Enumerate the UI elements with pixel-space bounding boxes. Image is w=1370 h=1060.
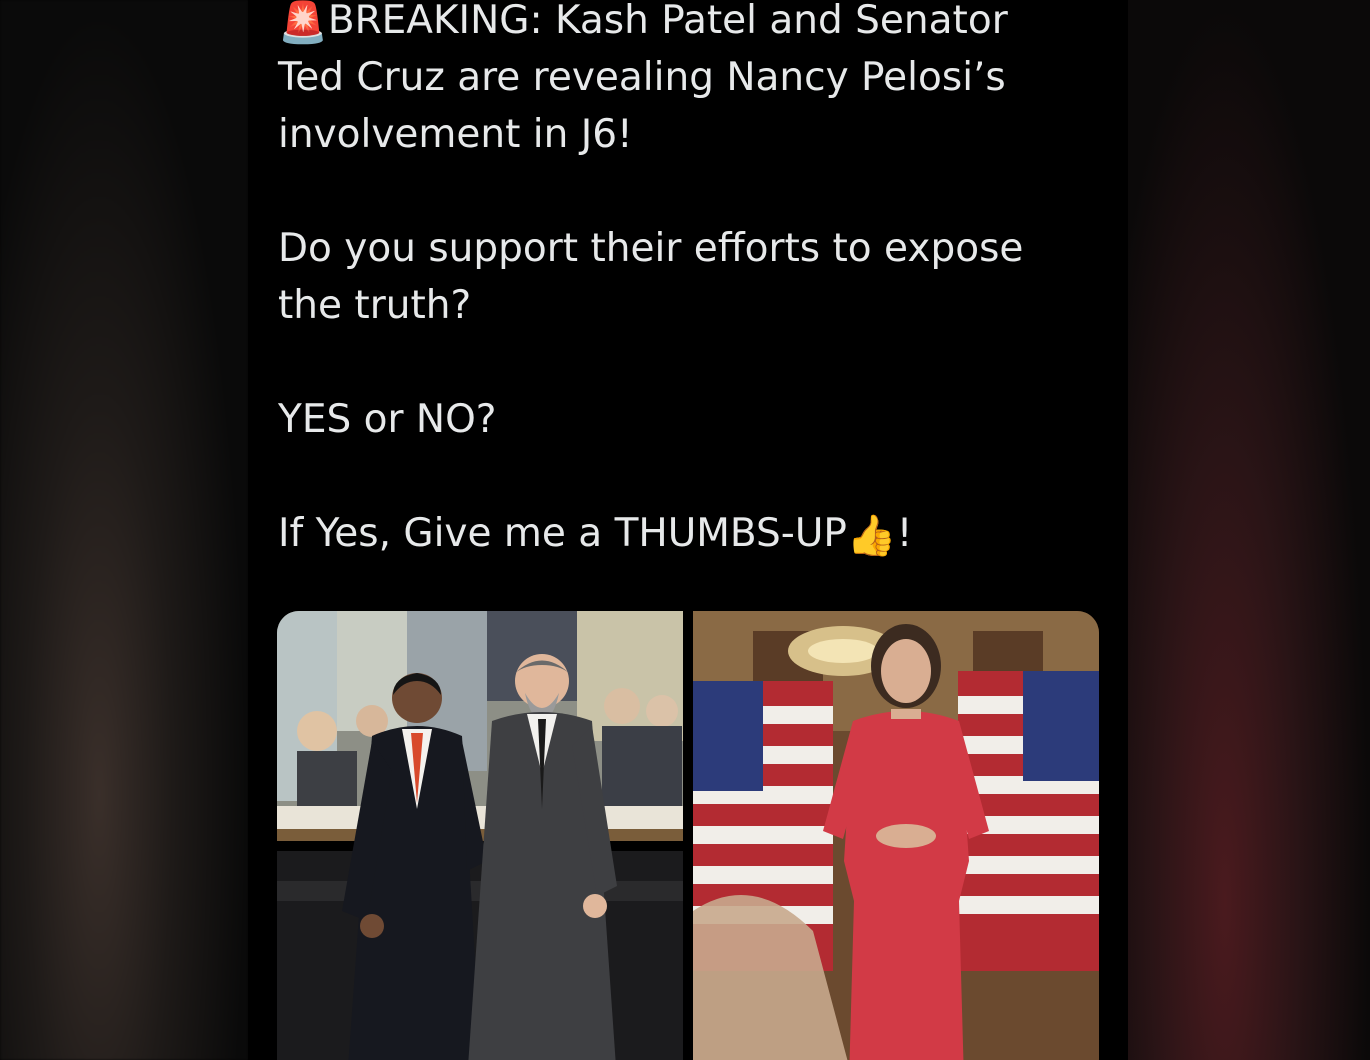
cta-text: If Yes, Give me a THUMBS-UP (278, 511, 847, 556)
tweet-text: 🚨BREAKING: Kash Patel and Senator Ted Cr… (278, 0, 1068, 562)
screen: 🚨BREAKING: Kash Patel and Senator Ted Cr… (0, 0, 1370, 1060)
tweet-question: Do you support their efforts to expose t… (278, 226, 1024, 328)
thumbs-up-emoji-icon: 👍 (846, 513, 897, 559)
blurred-background-right (1128, 0, 1370, 1060)
tweet-call-to-action: If Yes, Give me a THUMBS-UP👍! (278, 505, 1068, 562)
blurred-background-left (0, 0, 248, 1060)
tweet-yes-no: YES or NO? (278, 397, 497, 442)
cta-exclamation: ! (896, 511, 913, 556)
photo-woman-red-dress-flags-icon (693, 611, 1099, 1060)
media-photo-1[interactable] (277, 611, 683, 1060)
tweet-post[interactable]: 🚨BREAKING: Kash Patel and Senator Ted Cr… (248, 0, 1128, 1060)
media-photo-2[interactable] (693, 611, 1099, 1060)
siren-emoji-icon: 🚨 (278, 0, 328, 46)
tweet-media-grid[interactable] (277, 611, 1099, 1060)
photo-two-men-office-icon (277, 611, 683, 1060)
headline-text: BREAKING: Kash Patel and Senator Ted Cru… (278, 0, 1008, 157)
tweet-headline: 🚨BREAKING: Kash Patel and Senator Ted Cr… (278, 0, 1068, 163)
